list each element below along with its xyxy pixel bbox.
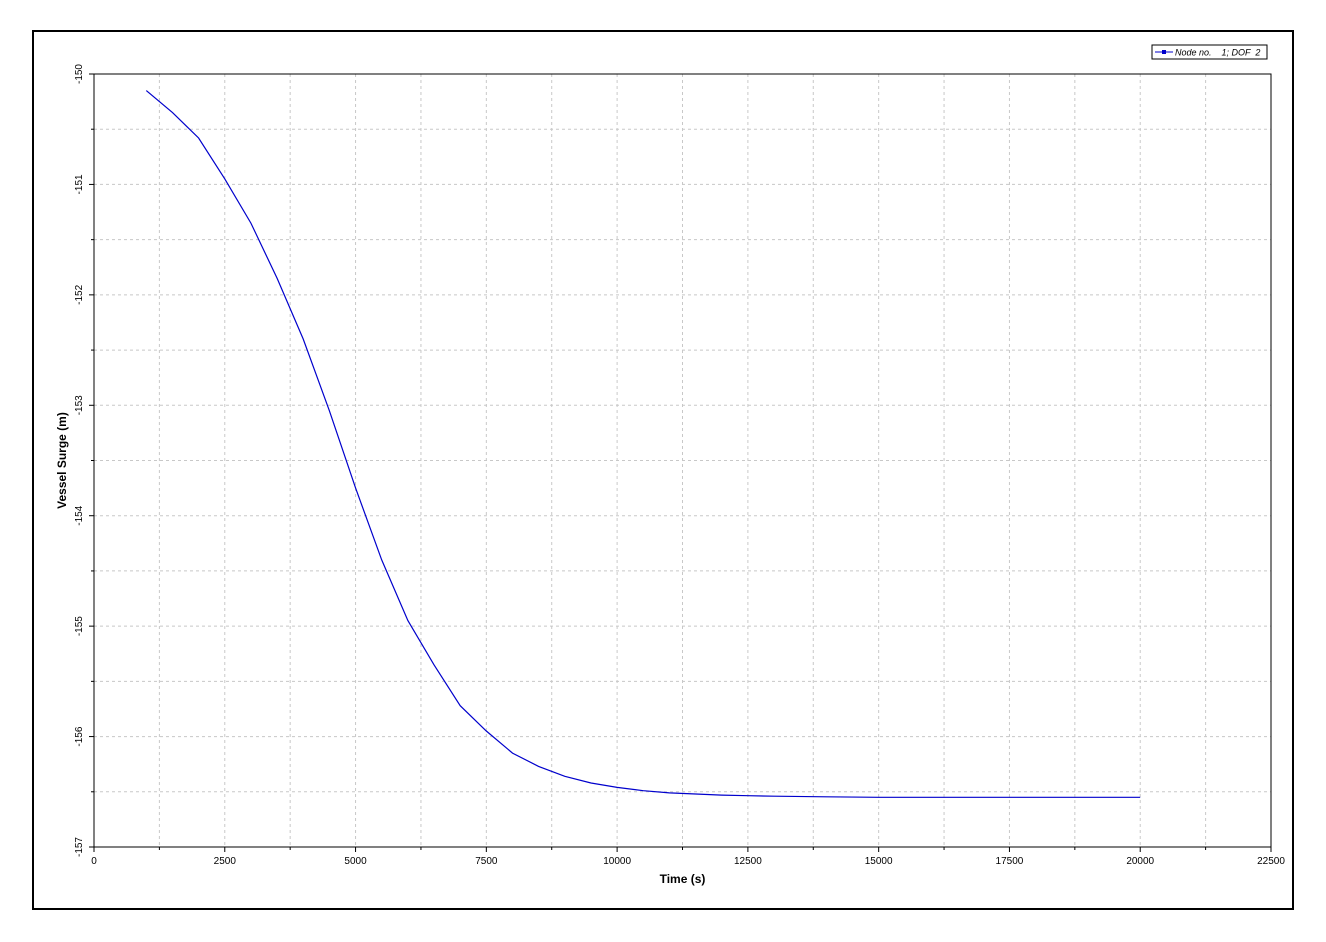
series-line xyxy=(145,90,1141,798)
x-tick-label: 5000 xyxy=(344,856,367,867)
x-axis-title: Time (s) xyxy=(660,872,706,886)
x-tick-label: 10000 xyxy=(603,856,631,867)
y-axis-title: Vessel Surge (m) xyxy=(55,412,69,509)
x-tick-label: 12500 xyxy=(734,856,762,867)
x-tick-label: 7500 xyxy=(475,856,498,867)
x-tick-label: 17500 xyxy=(996,856,1024,867)
grid-lines xyxy=(94,74,1271,847)
x-axis: 0 2500 5000 7500 10000 12500 15000 17500 20000 22… xyxy=(91,847,1285,867)
x-tick-label: 0 xyxy=(91,856,97,867)
legend[interactable]: Node no. 1; DOF 2 xyxy=(1151,44,1268,60)
y-tick-label: -157 xyxy=(74,837,85,857)
y-tick-label: -150 xyxy=(74,64,85,84)
series-layer xyxy=(145,90,1141,798)
y-tick-label: -156 xyxy=(74,726,85,746)
legend-marker-swatch xyxy=(1162,50,1166,54)
x-tick-label: 22500 xyxy=(1257,856,1285,867)
y-tick-label: -154 xyxy=(74,505,85,525)
y-axis: -150 -151 -152 -153 -154 -155 -156 -157 xyxy=(74,64,94,857)
x-tick-label: 15000 xyxy=(865,856,893,867)
x-tick-label: 2500 xyxy=(214,856,237,867)
y-tick-label: -152 xyxy=(74,284,85,304)
x-tick-label: 20000 xyxy=(1126,856,1154,867)
chart: 0 2500 5000 7500 10000 12500 15000 17500 20000 22… xyxy=(55,44,1285,886)
legend-label: Node no. 1; DOF 2 xyxy=(1175,48,1260,58)
y-tick-label: -153 xyxy=(74,395,85,415)
y-tick-label: -155 xyxy=(74,616,85,636)
y-tick-label: -151 xyxy=(74,174,85,194)
